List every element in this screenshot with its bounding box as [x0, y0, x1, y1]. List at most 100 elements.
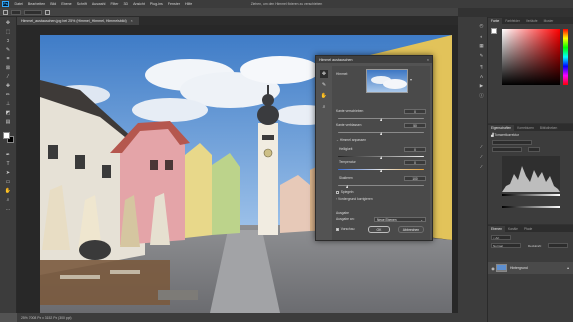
photoshop-logo-icon[interactable]: Ps	[2, 1, 9, 7]
adjust-eyedropper-icon[interactable]: ⁄	[478, 143, 485, 149]
lasso-tool-icon[interactable]: ↄ	[4, 38, 12, 45]
menu-view[interactable]: Ansicht	[131, 2, 148, 6]
tab-layers[interactable]: Ebenen	[488, 226, 505, 232]
marquee-tool-icon[interactable]: ⬚	[4, 29, 12, 36]
swatches-panel-icon[interactable]: ▦	[478, 43, 485, 49]
cancel-button[interactable]: Abbrechen	[398, 226, 424, 233]
levels-input-slider[interactable]	[502, 194, 560, 196]
preview-checkbox[interactable]	[336, 227, 340, 231]
flip-checkbox[interactable]	[336, 190, 340, 194]
layer-thumbnail-image	[497, 265, 506, 271]
paragraph-panel-icon[interactable]: ¶	[478, 63, 485, 69]
healing-tool-icon[interactable]: ✚	[4, 83, 12, 90]
gradient-tool-icon[interactable]: ▤	[4, 119, 12, 126]
document-tab[interactable]: Himmel_austauschen.jpg bei 25% (Himmel_H…	[17, 17, 139, 25]
output-label: Ausgabe	[336, 211, 350, 215]
tab-paths[interactable]: Pfade	[521, 226, 535, 232]
hue-slider[interactable]	[563, 29, 568, 85]
menu-file[interactable]: Datei	[12, 2, 25, 6]
sky-brush-tool-icon[interactable]: ✎	[320, 81, 328, 89]
adjust-eyedropper-gray-icon[interactable]: ⁄	[478, 153, 485, 159]
dialog-close-icon[interactable]: ×	[427, 58, 432, 62]
color-panel-icon[interactable]: ◐	[478, 33, 485, 39]
dialog-titlebar[interactable]: Himmel austauschen ×	[316, 56, 432, 63]
frame-tool-icon[interactable]: ⊠	[4, 65, 12, 72]
color-picker-field[interactable]	[502, 29, 560, 85]
sky-replace-tool-icon[interactable]	[3, 9, 8, 15]
type-tool-icon[interactable]: T	[4, 161, 12, 168]
path-select-tool-icon[interactable]: ➤	[4, 170, 12, 177]
ok-button[interactable]: OK	[368, 226, 390, 233]
levels-channel-select[interactable]	[492, 147, 522, 152]
menu-image[interactable]: Bild	[48, 2, 59, 6]
menu-help[interactable]: Hilfe	[183, 2, 195, 6]
color-fg-swatch[interactable]	[491, 28, 497, 34]
properties-panel-tabs: Eigenschaften Korrekturen Bibliotheken	[488, 124, 573, 131]
status-text: 25% 7008 Px x 3152 Px (300 ppi)	[21, 315, 72, 320]
levels-preset-select[interactable]	[492, 140, 532, 145]
opacity-field[interactable]	[548, 243, 568, 248]
pen-tool-icon[interactable]: ✒	[4, 152, 12, 159]
fade-edge-field[interactable]: 50	[404, 122, 426, 128]
output-to-value: Neue Ebenen	[377, 217, 397, 222]
fg-adjust-header[interactable]: › Vordergrund korrigieren	[336, 197, 426, 201]
output-to-label: Ausgabe an:	[336, 217, 355, 221]
crop-tool-icon[interactable]: ⌗	[4, 56, 12, 63]
levels-output-slider[interactable]	[502, 206, 560, 208]
shape-tool-icon[interactable]: ▭	[4, 179, 12, 186]
tool-preset-picker[interactable]	[11, 9, 21, 15]
zoom-tool-icon[interactable]: ⌕	[320, 103, 328, 111]
move-tool-icon[interactable]: ✥	[4, 20, 12, 27]
sky-adjust-header[interactable]: ⌄ Himmel anpassen	[336, 138, 426, 142]
brush-tool-icon[interactable]: ✏	[4, 92, 12, 99]
blend-mode-select[interactable]: Normal	[491, 243, 521, 248]
stamp-tool-icon[interactable]: ⊥	[4, 101, 12, 108]
tab-patterns[interactable]: Muster	[541, 18, 557, 24]
eraser-tool-icon[interactable]: ◩	[4, 110, 12, 117]
tab-channels[interactable]: Kanäle	[505, 226, 521, 232]
menu-plugins[interactable]: Plug-ins	[147, 2, 165, 6]
tab-gradients[interactable]: Verläufe	[523, 18, 541, 24]
output-to-select[interactable]: Neue Ebenen ⌄	[374, 216, 426, 222]
flip-row[interactable]: Spiegeln	[336, 190, 426, 194]
levels-auto-button[interactable]	[528, 147, 540, 152]
zoom-tool-icon[interactable]: ⌕	[4, 197, 12, 204]
hand-tool-icon[interactable]: ✋	[320, 92, 328, 100]
adjust-eyedropper-white-icon[interactable]: ⁄	[478, 163, 485, 169]
brightness-field[interactable]: 0	[404, 146, 426, 152]
menu-window[interactable]: Fenster	[165, 2, 182, 6]
tab-swatches[interactable]: Farbfelder	[502, 18, 523, 24]
menu-3d[interactable]: 3D	[121, 2, 131, 6]
layer-filter-select[interactable]: ⌕ Art	[491, 235, 511, 240]
tab-libraries[interactable]: Bibliotheken	[537, 125, 560, 131]
brush-panel-icon[interactable]: ✎	[478, 53, 485, 59]
quick-select-tool-icon[interactable]: ✎	[4, 47, 12, 54]
sample-all-layers-icon[interactable]	[45, 9, 50, 15]
menu-edit[interactable]: Bearbeiten	[25, 2, 47, 6]
menu-layer[interactable]: Ebene	[59, 2, 74, 6]
hand-tool-icon[interactable]: ✋	[4, 188, 12, 195]
scale-field[interactable]: 100	[404, 175, 426, 181]
tab-adjustments[interactable]: Korrekturen	[514, 125, 537, 131]
info-panel-icon[interactable]: ⓘ	[478, 93, 485, 99]
tab-color[interactable]: Farbe	[488, 18, 503, 24]
brush-size-field[interactable]	[24, 9, 42, 15]
tab-properties[interactable]: Eigenschaften	[488, 125, 515, 131]
sky-preset-dropdown-icon[interactable]	[410, 79, 412, 81]
scale-slider[interactable]	[338, 185, 424, 187]
shift-edge-field[interactable]: 0	[404, 108, 426, 114]
menu-select[interactable]: Auswahl	[89, 2, 108, 6]
menu-filter[interactable]: Filter	[108, 2, 121, 6]
character-panel-icon[interactable]: A	[478, 73, 485, 79]
temperature-field[interactable]: 0	[404, 159, 426, 165]
actions-panel-icon[interactable]: ▶	[478, 83, 485, 89]
menu-type[interactable]: Schrift	[74, 2, 89, 6]
history-panel-icon[interactable]: ◴	[478, 23, 485, 29]
layer-row[interactable]: ◉ Hintergrund 🔒︎	[488, 262, 573, 274]
eyedropper-tool-icon[interactable]: ⁄	[4, 74, 12, 81]
close-tab-icon[interactable]: ×	[131, 19, 133, 23]
sky-preset-thumbnail[interactable]	[366, 69, 408, 93]
more-tools-icon[interactable]: ···	[4, 207, 12, 214]
foreground-color-swatch[interactable]	[3, 132, 10, 139]
sky-move-tool-icon[interactable]: ✥	[320, 70, 328, 78]
